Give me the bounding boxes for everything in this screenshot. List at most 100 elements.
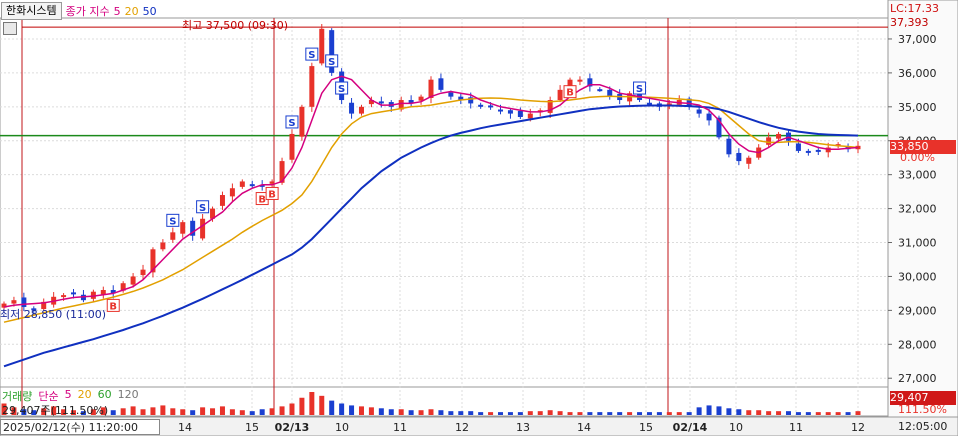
volume-bar: [617, 412, 623, 415]
volume-bar: [200, 407, 206, 415]
candle-body: [517, 110, 523, 117]
buy-signal-label: B: [109, 301, 117, 312]
calculator-icon[interactable]: [3, 22, 17, 35]
candle-body: [358, 106, 364, 114]
sell-signal-label: S: [338, 84, 345, 95]
volume-bar: [646, 412, 652, 415]
crosshair-date-box: 2025/02/12(수) 11:20:00: [0, 419, 160, 435]
ma-period-50[interactable]: 50: [143, 5, 157, 18]
volume-bar: [488, 412, 494, 415]
volume-bar: [766, 411, 772, 415]
sell-signal-label: S: [169, 216, 176, 227]
candle-body: [180, 222, 186, 234]
candle-body: [726, 138, 732, 155]
volume-bar: [269, 408, 275, 415]
volume-bar: [547, 410, 553, 415]
volume-bar: [428, 409, 434, 415]
volume-bar: [378, 408, 384, 415]
volume-bar: [279, 406, 285, 415]
volume-bar: [815, 412, 821, 415]
volume-bar: [517, 412, 523, 415]
volume-bar: [120, 408, 126, 415]
volume-summary: 29,407주(111.50%): [2, 404, 109, 417]
volume-bar: [835, 412, 841, 415]
volume-bar: [259, 409, 265, 415]
x-tick-label: 02/13: [275, 421, 310, 434]
candle-body: [448, 92, 454, 97]
candle-body: [349, 102, 355, 114]
y-tick-label: 31,000: [898, 237, 937, 250]
volume-bar: [795, 412, 801, 415]
volume-bar: [130, 406, 136, 415]
volume-bar: [140, 409, 146, 415]
y-tick-label: 29,000: [898, 304, 937, 317]
volume-bar: [289, 403, 295, 415]
volume-bar: [557, 411, 563, 415]
volume-bar: [696, 407, 702, 415]
y-tick-label: 27,000: [898, 372, 937, 385]
crosshair-time-label: 12:05:00: [898, 420, 948, 433]
x-tick-label: 15: [245, 421, 259, 434]
x-tick-label: 15: [639, 421, 653, 434]
volume-bar: [706, 405, 712, 415]
y-tick-label: 32,000: [898, 203, 937, 216]
volume-bar: [180, 409, 186, 415]
low-annotation: 최저 28,850 (11:00): [0, 308, 107, 321]
candle-body: [438, 78, 444, 90]
volume-bar: [716, 406, 722, 415]
volume-bar: [319, 395, 325, 415]
volume-bar: [666, 412, 672, 415]
candle-body: [61, 295, 67, 298]
candle-body: [249, 184, 255, 187]
ma-period-5[interactable]: 5: [114, 5, 121, 18]
candle-body: [646, 102, 652, 105]
volume-ma-120[interactable]: 120: [118, 388, 139, 404]
x-tick-label: 02/14: [673, 421, 708, 434]
volume-bar: [498, 412, 504, 415]
ma-period-20[interactable]: 20: [125, 5, 139, 18]
volume-bar: [527, 411, 533, 415]
sell-signal-label: S: [199, 203, 206, 214]
ma-legend-label[interactable]: 종가 지수: [66, 3, 110, 19]
volume-bar: [785, 411, 791, 415]
volume-bar: [756, 410, 762, 415]
candle-body: [815, 149, 821, 152]
volume-bar: [736, 409, 742, 415]
x-tick-label: 10: [335, 421, 349, 434]
candle-body: [795, 143, 801, 151]
x-tick-label: 14: [577, 421, 591, 434]
candle-body: [170, 232, 176, 240]
volume-bar: [388, 409, 394, 415]
candle-body: [239, 181, 245, 187]
sell-signal-label: S: [328, 57, 335, 68]
y-tick-label: 37,000: [898, 33, 937, 46]
volume-bar: [597, 412, 603, 415]
volume-bar: [855, 411, 861, 415]
x-tick-label: 12: [851, 421, 865, 434]
price-axis-panel: [887, 0, 958, 436]
volume-bar: [229, 409, 235, 415]
volume-bar: [190, 410, 196, 415]
candle-body: [478, 104, 484, 107]
y-tick-label: 28,000: [898, 338, 937, 351]
candle-body: [319, 28, 325, 64]
candle-body: [229, 188, 235, 197]
volume-bar: [458, 411, 464, 415]
volume-bar: [299, 397, 305, 415]
candle-body: [100, 290, 106, 295]
volume-bar: [686, 412, 692, 415]
ma5-line: [3, 75, 859, 308]
volume-bar: [468, 411, 474, 415]
price-chart-canvas[interactable]: 37,00036,00035,00034,00033,00032,00031,0…: [0, 0, 958, 436]
volume-bar: [448, 411, 454, 415]
volume-bar: [825, 412, 831, 415]
stock-name-button[interactable]: 한화시스템: [1, 2, 62, 20]
volume-bar: [339, 403, 345, 415]
volume-bar: [438, 410, 444, 415]
candle-body: [140, 269, 146, 276]
volume-bar: [349, 405, 355, 415]
volume-bar: [110, 410, 116, 415]
buy-signal-label: B: [268, 189, 276, 200]
volume-pct-label: 111.50%: [898, 403, 947, 416]
sell-signal-label: S: [288, 118, 295, 129]
